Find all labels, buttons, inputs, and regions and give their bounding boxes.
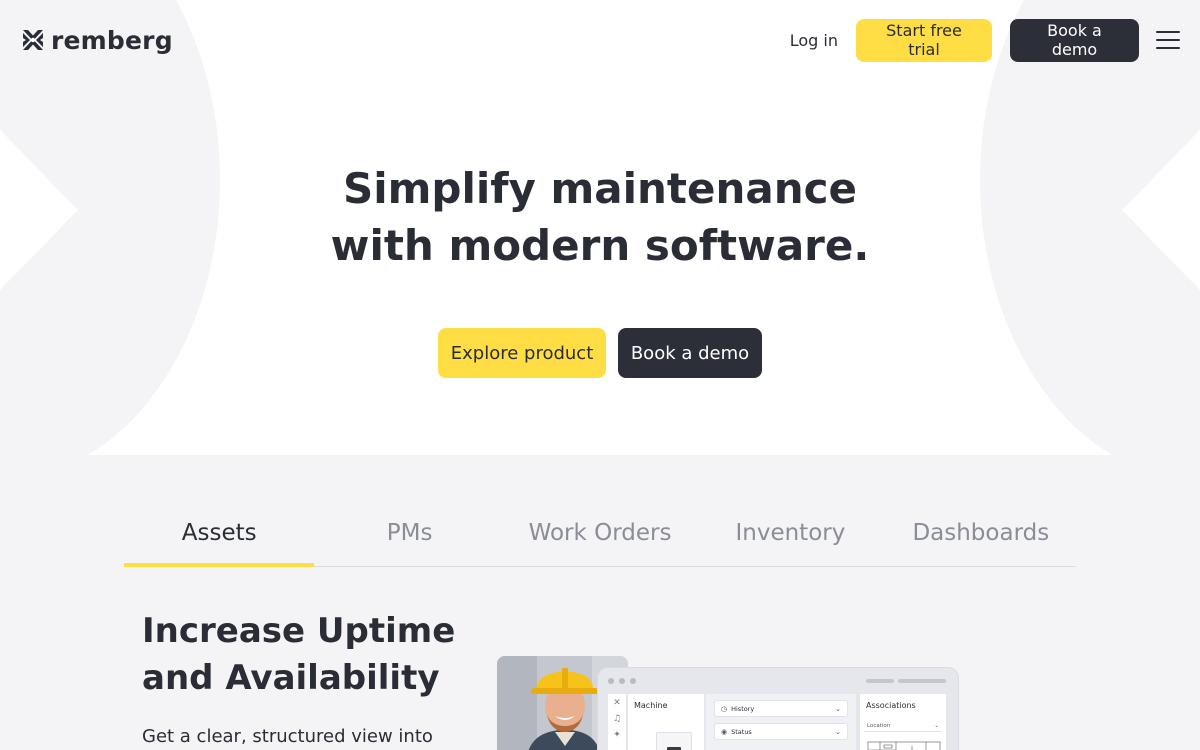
history-dropdown[interactable]: ◷ History ⌄ [714, 700, 848, 717]
chevron-down-icon: ⌄ [835, 727, 841, 736]
tab-dashboards[interactable]: Dashboards [886, 500, 1076, 566]
remberg-x-logo-icon [22, 29, 44, 51]
hero-title: Simplify maintenance with modern softwar… [330, 164, 870, 270]
explore-product-button[interactable]: Explore product [438, 328, 606, 378]
history-icon: ◷ [721, 704, 728, 713]
status-dropdown[interactable]: ◉ Status ⌄ [714, 723, 848, 740]
start-free-trial-button[interactable]: Start free trial [856, 18, 992, 62]
location-dropdown[interactable]: Location ⌄ [864, 720, 942, 732]
bell-icon: ♫ [612, 714, 622, 724]
tab-work-orders[interactable]: Work Orders [505, 500, 695, 566]
machine-panel-title: Machine [634, 701, 668, 710]
associations-title: Associations [866, 701, 916, 710]
associations-panel: Associations Location ⌄ [860, 694, 946, 750]
header-book-demo-button[interactable]: Book a demo [1010, 18, 1139, 62]
tab-pms[interactable]: PMs [314, 500, 504, 566]
status-icon: ◉ [721, 727, 728, 736]
section-text: Get a clear, structured view into [142, 726, 433, 747]
hero-actions: Explore product Book a demo [0, 328, 1200, 378]
brand-name: remberg [51, 25, 173, 55]
chevron-down-icon: ⌄ [835, 704, 841, 713]
brand-logo[interactable]: remberg [22, 26, 173, 55]
product-app-mockup: ✕ ♫ ✦ Machine ◷ History ⌄ ◉ Status ⌄ Ass… [598, 668, 958, 750]
floor-plan-image [867, 741, 941, 750]
hamburger-menu-icon[interactable] [1156, 30, 1180, 50]
tab-assets[interactable]: Assets [124, 500, 315, 567]
chevron-down-icon: ⌄ [934, 722, 939, 729]
login-link[interactable]: Log in [790, 31, 838, 50]
section-title: Increase Uptime and Availability [142, 611, 456, 698]
tab-inventory[interactable]: Inventory [695, 500, 885, 566]
product-tabs: Assets PMs Work Orders Inventory Dashboa… [124, 500, 1076, 567]
site-header: remberg Log in Start free trial Book a d… [0, 0, 1200, 80]
details-panel: ◷ History ⌄ ◉ Status ⌄ [706, 694, 856, 750]
hero-book-demo-button[interactable]: Book a demo [618, 328, 762, 378]
app-logo-icon: ✕ [613, 698, 621, 708]
window-toolbar [866, 679, 946, 683]
header-nav: Log in Start free trial Book a demo [790, 18, 1180, 62]
app-sidebar: ✕ ♫ ✦ [608, 694, 626, 750]
machine-thumbnail [656, 732, 692, 750]
window-dots [608, 678, 636, 684]
sparkle-icon: ✦ [613, 730, 621, 740]
